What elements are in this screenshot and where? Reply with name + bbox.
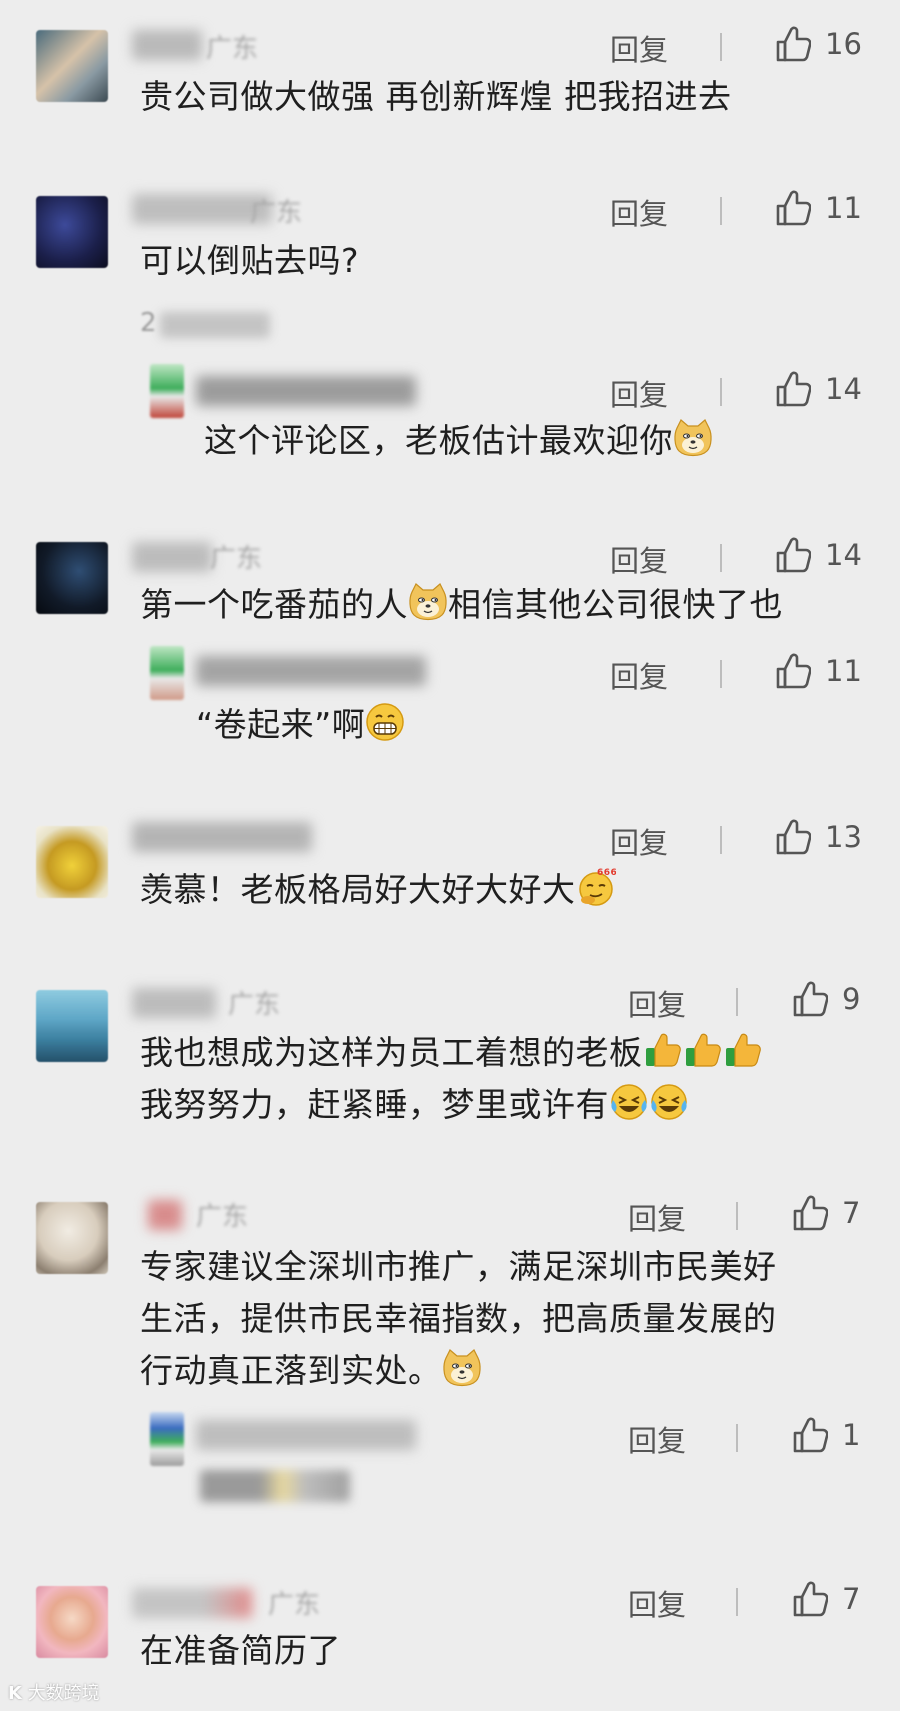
avatar[interactable] [36, 1586, 108, 1658]
username-blurred[interactable] [132, 1588, 252, 1618]
comment-text: 在准备简历了 [140, 1631, 341, 1670]
watermark-logo-icon: K [8, 1683, 22, 1704]
watermark-text: 大数跨境 [27, 1683, 100, 1704]
comment-7: 广东 回复 7 在准备简历了 [0, 0, 900, 1711]
reply-button[interactable]: 回复 [628, 1582, 686, 1624]
region-label: 广东 [268, 1590, 321, 1620]
watermark: K 大数跨境 [8, 1679, 100, 1705]
like-icon[interactable] [792, 1580, 828, 1618]
comment-actions: 回复 7 [600, 1580, 900, 1622]
like-count: 7 [842, 1582, 861, 1616]
divider [736, 1588, 738, 1616]
